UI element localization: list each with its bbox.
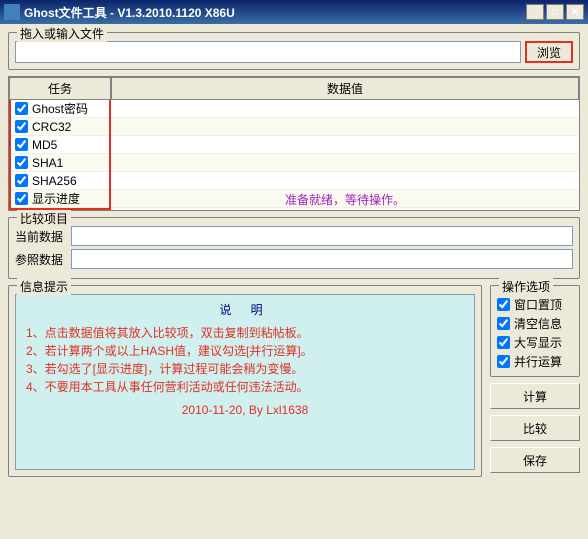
info-line-1: 1、点击数据值将其放入比较项，双击复制到粘帖板。 — [26, 324, 464, 341]
file-input-group: 拖入或输入文件 浏览 — [8, 32, 580, 70]
info-line-3: 3、若勾选了[显示进度]，计算过程可能会稍为变慢。 — [26, 360, 464, 377]
value-row[interactable] — [111, 172, 579, 190]
option-clear[interactable]: 清空信息 — [497, 315, 575, 332]
value-row[interactable] — [111, 136, 579, 154]
value-row[interactable] — [111, 100, 579, 118]
info-line-2: 2、若计算两个或以上HASH值，建议勾选[并行运算]。 — [26, 342, 464, 359]
task-check-progress[interactable] — [15, 192, 28, 205]
current-data-label: 当前数据 — [15, 228, 71, 245]
value-row[interactable] — [111, 118, 579, 136]
save-button[interactable]: 保存 — [490, 447, 580, 473]
compare-group: 比较项目 当前数据 参照数据 — [8, 217, 580, 279]
options-group: 操作选项 窗口置顶 清空信息 大写显示 并行运算 — [490, 285, 580, 377]
task-row-crc32[interactable]: CRC32 — [11, 118, 109, 136]
ref-data-label: 参照数据 — [15, 251, 71, 268]
browse-button[interactable]: 浏览 — [525, 41, 573, 63]
compare-group-label: 比较项目 — [17, 210, 71, 227]
option-topmost[interactable]: 窗口置顶 — [497, 296, 575, 313]
task-header-task[interactable]: 任务 — [9, 77, 111, 100]
task-check-ghost[interactable] — [15, 102, 28, 115]
task-header-value[interactable]: 数据值 — [111, 77, 579, 100]
task-row-sha256[interactable]: SHA256 — [11, 172, 109, 190]
calculate-button[interactable]: 计算 — [490, 383, 580, 409]
file-path-input[interactable] — [15, 41, 521, 63]
info-date: 2010-11-20, By Lxl1638 — [26, 403, 464, 417]
task-row-sha1[interactable]: SHA1 — [11, 154, 109, 172]
check-clear[interactable] — [497, 317, 510, 330]
info-box: 说 明 1、点击数据值将其放入比较项，双击复制到粘帖板。 2、若计算两个或以上H… — [15, 294, 475, 470]
file-group-label: 拖入或输入文件 — [17, 25, 107, 42]
task-check-crc32[interactable] — [15, 120, 28, 133]
compare-button[interactable]: 比较 — [490, 415, 580, 441]
task-check-sha1[interactable] — [15, 156, 28, 169]
check-upper[interactable] — [497, 336, 510, 349]
options-label: 操作选项 — [499, 278, 553, 295]
task-row-progress[interactable]: 显示进度 — [11, 190, 109, 208]
ref-data-input[interactable] — [71, 249, 573, 269]
info-group-label: 信息提示 — [17, 278, 71, 295]
option-parallel[interactable]: 并行运算 — [497, 353, 575, 370]
task-row-ghost[interactable]: Ghost密码 — [11, 100, 109, 118]
option-upper[interactable]: 大写显示 — [497, 334, 575, 351]
titlebar-text: Ghost文件工具 - V1.3.2010.1120 X86U — [24, 4, 526, 21]
info-group: 信息提示 说 明 1、点击数据值将其放入比较项，双击复制到粘帖板。 2、若计算两… — [8, 285, 482, 477]
current-data-input[interactable] — [71, 226, 573, 246]
status-text: 准备就绪，等待操作。 — [285, 191, 405, 208]
info-title: 说 明 — [26, 301, 464, 318]
value-row[interactable] — [111, 154, 579, 172]
task-table: 任务 数据值 Ghost密码 CRC32 MD5 SHA1 SHA256 显示进… — [8, 76, 580, 211]
minimize-button[interactable]: _ — [526, 4, 544, 20]
close-button[interactable]: ✕ — [566, 4, 584, 20]
info-line-4: 4、不要用本工具从事任何营利活动或任何违法活动。 — [26, 378, 464, 395]
maximize-button[interactable]: □ — [546, 4, 564, 20]
check-topmost[interactable] — [497, 298, 510, 311]
task-check-sha256[interactable] — [15, 174, 28, 187]
task-check-md5[interactable] — [15, 138, 28, 151]
check-parallel[interactable] — [497, 355, 510, 368]
app-icon — [4, 4, 20, 20]
value-row[interactable]: 准备就绪，等待操作。 — [111, 190, 579, 208]
task-row-md5[interactable]: MD5 — [11, 136, 109, 154]
titlebar: Ghost文件工具 - V1.3.2010.1120 X86U _ □ ✕ — [0, 0, 588, 24]
